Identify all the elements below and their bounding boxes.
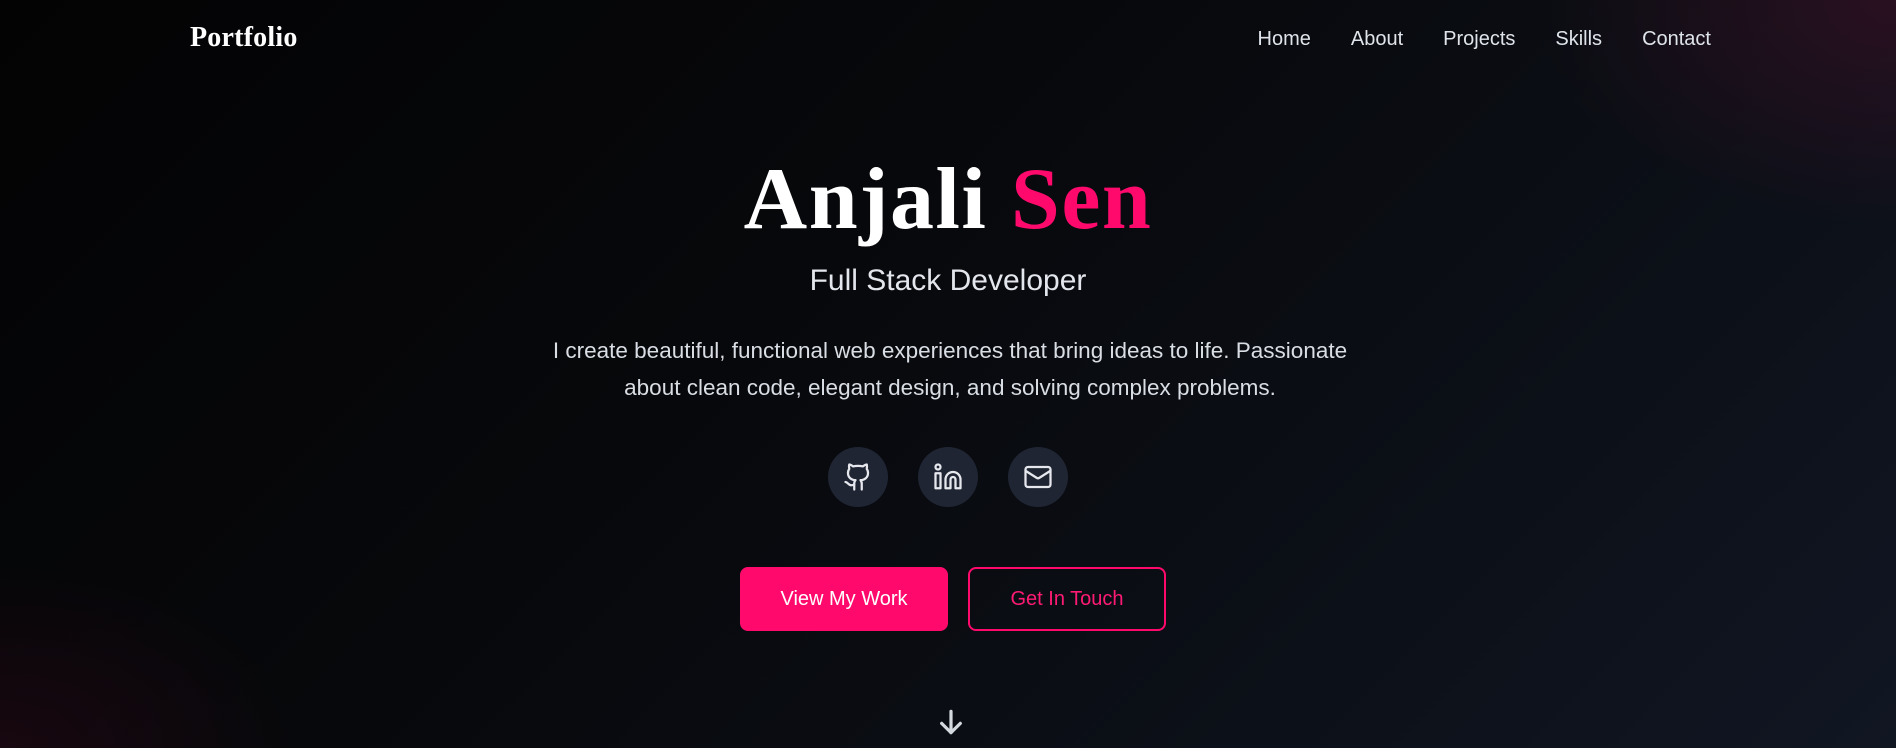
hero-section: Anjali Sen Full Stack Developer I create… <box>0 0 1896 748</box>
github-icon <box>843 462 873 492</box>
hero-role: Full Stack Developer <box>809 264 1087 297</box>
hero-actions: View My Work Get In Touch <box>0 567 1896 631</box>
linkedin-icon <box>933 462 963 492</box>
email-link[interactable] <box>1008 447 1068 507</box>
hero-name: Anjali Sen <box>0 150 1896 250</box>
github-link[interactable] <box>828 447 888 507</box>
hero-bio: I create beautiful, functional web exper… <box>552 338 1348 400</box>
hero-first-name: Anjali <box>743 151 988 248</box>
scroll-down-button[interactable] <box>935 705 967 739</box>
get-in-touch-button[interactable]: Get In Touch <box>968 567 1166 631</box>
linkedin-link[interactable] <box>918 447 978 507</box>
view-my-work-button[interactable]: View My Work <box>740 567 948 631</box>
arrow-down-icon <box>935 705 967 739</box>
mail-icon <box>1023 462 1053 492</box>
social-links <box>0 447 1896 507</box>
hero-last-name: Sen <box>1010 151 1153 248</box>
